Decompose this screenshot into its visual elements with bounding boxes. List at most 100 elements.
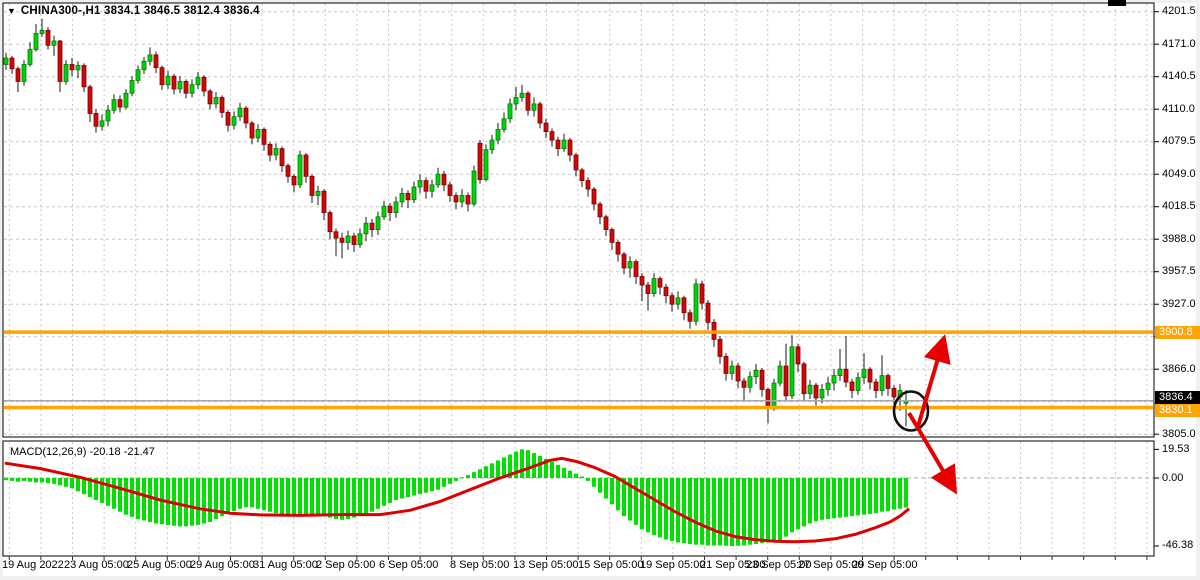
candle (484, 150, 488, 180)
macd-bar (274, 478, 278, 513)
macd-bar (58, 478, 62, 485)
candle (124, 93, 128, 107)
candle (136, 70, 140, 81)
macd-bar (130, 478, 134, 517)
candle (490, 140, 494, 150)
macd-bar (382, 478, 386, 506)
macd-bar (232, 478, 236, 511)
macd-bar (448, 478, 452, 484)
candle (556, 140, 560, 149)
macd-bar (400, 478, 404, 499)
candle (730, 366, 734, 373)
candle (604, 217, 608, 230)
candle (352, 236, 356, 245)
macd-bar (652, 478, 656, 535)
macd-bar (562, 468, 566, 478)
collapse-chart-icon[interactable]: ▼ (7, 6, 16, 16)
macd-bar (4, 478, 8, 480)
candle (634, 262, 638, 277)
candle (616, 242, 620, 254)
macd-bar (838, 478, 842, 518)
macd-bar (784, 478, 788, 537)
candle (118, 100, 122, 107)
candle (772, 383, 776, 406)
candle (670, 296, 674, 305)
macd-bar (826, 478, 830, 519)
candle (328, 213, 332, 232)
macd-bar (454, 478, 458, 481)
candle (40, 30, 44, 33)
macd-bar (238, 478, 242, 509)
macd-bar (862, 478, 866, 515)
price-level-badge-support[interactable]: 3830.1 (1155, 404, 1200, 417)
macd-bar (478, 469, 482, 478)
candle (238, 108, 242, 117)
candle (892, 388, 896, 397)
macd-bar (886, 478, 890, 511)
candle (298, 155, 302, 185)
macd-bar (460, 477, 464, 478)
macd-bar (388, 478, 392, 503)
chart-canvas[interactable] (0, 0, 1200, 580)
macd-bar (706, 478, 710, 545)
candle (214, 97, 218, 103)
macd-bar (592, 478, 596, 487)
macd-bar (718, 478, 722, 545)
candle (154, 55, 158, 68)
macd-bar (46, 478, 50, 483)
candle (94, 113, 98, 126)
macd-bar (484, 466, 488, 478)
candle (742, 381, 746, 387)
macd-bar (640, 478, 644, 529)
macd-bar (406, 478, 410, 497)
macd-bar (280, 478, 284, 515)
candle (22, 64, 26, 81)
macd-bar (316, 478, 320, 515)
macd-bar (490, 463, 494, 478)
candle (34, 34, 38, 50)
candle (64, 64, 68, 81)
candle (724, 356, 728, 373)
candle (340, 238, 344, 242)
macd-bar (802, 478, 806, 526)
candle (538, 104, 542, 123)
candle (550, 132, 554, 141)
macd-bar (442, 478, 446, 487)
price-level-badge-resistance[interactable]: 3900.8 (1155, 326, 1200, 339)
macd-bar (136, 478, 140, 519)
macd-bar (868, 478, 872, 514)
macd-bar (292, 478, 296, 516)
candle (358, 234, 362, 245)
macd-bar (604, 478, 608, 499)
macd-bar (844, 478, 848, 517)
candle (58, 41, 62, 81)
macd-bar (520, 449, 524, 478)
candle (760, 370, 764, 389)
macd-bar (856, 478, 860, 515)
macd-bar (586, 478, 590, 481)
macd-bar (898, 478, 902, 509)
macd-bar (196, 478, 200, 525)
macd-bar (748, 478, 752, 545)
candle (790, 347, 794, 396)
macd-indicator-label: MACD(12,26,9) -20.18 -21.47 (10, 446, 155, 458)
candle (346, 236, 350, 242)
macd-bar (64, 478, 68, 487)
candle (544, 123, 548, 132)
candle (886, 376, 890, 389)
candle (586, 181, 590, 190)
candle (736, 366, 740, 381)
candle (82, 66, 86, 87)
macd-bar (766, 478, 770, 543)
candle (52, 41, 56, 45)
candle (568, 140, 572, 155)
candle (16, 69, 20, 82)
candle (460, 196, 464, 202)
macd-bar (244, 478, 248, 507)
candle (646, 285, 650, 294)
candle (628, 262, 632, 268)
candle (688, 313, 692, 322)
candle (496, 129, 500, 140)
candle (748, 377, 752, 388)
candle (718, 339, 722, 356)
